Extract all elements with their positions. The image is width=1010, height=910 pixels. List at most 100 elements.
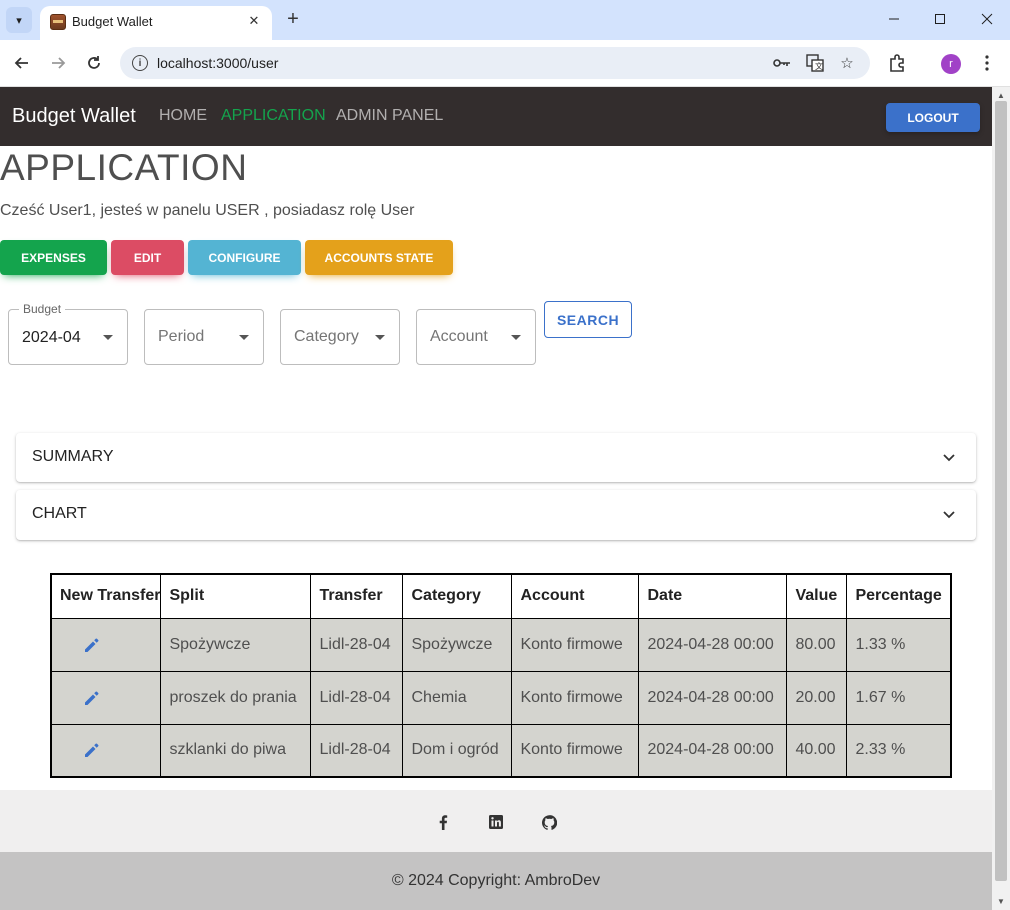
password-key-icon[interactable] [772,53,792,73]
period-select-placeholder: Period [158,328,205,345]
pencil-edit-icon[interactable] [82,740,102,760]
greeting-text: Cześć User1, jesteś w panelu USER , posi… [0,202,415,219]
browser-tab-bar: ▾ Budget Wallet ✕ + [0,0,1010,40]
pencil-edit-icon[interactable] [82,635,102,655]
expenses-button[interactable]: EXPENSES [0,240,107,275]
close-window-button[interactable] [972,6,1002,32]
linkedin-icon[interactable] [488,814,504,830]
category-select[interactable]: Category [280,309,400,365]
chart-accordion-label: CHART [32,505,87,522]
minimize-button[interactable] [879,6,909,32]
transfer-cell: Lidl-28-04 [310,617,404,672]
nav-link-home[interactable]: HOME [159,107,207,125]
reload-button[interactable] [81,50,107,76]
chart-accordion[interactable]: CHART [16,490,976,540]
footer-social-bar [0,790,992,852]
split-cell: Spożywcze [160,617,312,672]
value-cell: 20.00 [786,670,848,725]
new-transfer-cell [50,617,162,672]
browser-menu-button[interactable] [974,50,1000,76]
chevron-down-icon [943,454,955,462]
copyright-text: © 2024 Copyright: AmbroDev [391,872,601,889]
brand-logo[interactable]: Budget Wallet [12,105,136,128]
budget-select[interactable]: Budget 2024-04 [8,302,128,365]
reload-icon [88,56,100,69]
percentage-cell: 2.33 % [846,723,952,778]
configure-button[interactable]: CONFIGURE [188,240,301,275]
search-button[interactable]: SEARCH [544,301,632,338]
logout-button[interactable]: LOGOUT [886,103,980,132]
page-scrollbar[interactable]: ▲ ▼ [992,87,1010,910]
column-header: Value [786,573,848,619]
footer-copyright-bar: © 2024 Copyright: AmbroDev [0,852,992,910]
value-cell: 40.00 [786,723,848,778]
tab-search-button[interactable]: ▾ [6,7,32,33]
address-bar[interactable]: i localhost:3000/user 文 ☆ [120,47,870,79]
new-transfer-cell [50,723,162,778]
facebook-icon[interactable] [435,814,451,830]
forward-button[interactable] [45,50,71,76]
maximize-button[interactable] [925,6,955,32]
svg-text:文: 文 [815,61,823,71]
arrow-right-icon [52,57,66,69]
bookmark-star-icon[interactable]: ☆ [837,53,857,73]
transfer-cell: Lidl-28-04 [310,723,404,778]
caret-down-icon [103,335,113,340]
category-cell: Chemia [402,670,513,725]
nav-link-admin-panel[interactable]: ADMIN PANEL [336,107,443,125]
category-cell: Dom i ogród [402,723,513,778]
browser-toolbar: i localhost:3000/user 文 ☆ r [0,40,1010,87]
kebab-menu-icon [985,55,989,71]
extensions-button[interactable] [884,50,910,76]
edit-button[interactable]: EDIT [111,240,184,275]
page-title: APPLICATION [0,147,248,188]
date-cell: 2024-04-28 00:00 [638,617,788,672]
account-select[interactable]: Account [416,309,536,365]
period-select[interactable]: Period [144,309,264,365]
account-cell: Konto firmowe [511,617,640,672]
translate-icon[interactable]: 文 [805,53,825,73]
column-header: Category [402,573,513,619]
account-select-placeholder: Account [430,328,488,345]
new-transfer-cell [50,670,162,725]
minimize-icon [889,18,899,20]
summary-accordion-label: SUMMARY [32,448,114,465]
pencil-edit-icon[interactable] [82,688,102,708]
back-button[interactable] [9,50,35,76]
arrow-left-icon [14,57,28,69]
summary-accordion[interactable]: SUMMARY [16,433,976,482]
close-tab-icon[interactable]: ✕ [244,11,264,31]
top-navbar: Budget Wallet HOME APPLICATION ADMIN PAN… [0,87,992,146]
wallet-favicon-icon [50,14,66,30]
browser-tab[interactable]: Budget Wallet ✕ [40,6,272,40]
split-cell: szklanki do piwa [160,723,312,778]
column-header: Split [160,573,312,619]
page-viewport: Budget Wallet HOME APPLICATION ADMIN PAN… [0,87,992,910]
budget-select-legend: Budget [19,302,66,316]
splits-table: New Transfer Split Transfer Category Acc… [50,573,952,778]
table-row: szklanki do piwa Lidl-28-04 Dom i ogród … [50,723,952,778]
percentage-cell: 1.67 % [846,670,952,725]
table-row: proszek do prania Lidl-28-04 Chemia Kont… [50,670,952,725]
profile-avatar[interactable]: r [941,54,961,74]
scroll-down-icon[interactable]: ▼ [996,896,1006,906]
url-text[interactable]: localhost:3000/user [157,55,278,71]
scrollbar-thumb[interactable] [995,101,1007,881]
nav-link-application[interactable]: APPLICATION [221,107,326,125]
column-header: Percentage [846,573,952,619]
value-cell: 80.00 [786,617,848,672]
new-tab-button[interactable]: + [282,8,304,30]
category-cell: Spożywcze [402,617,513,672]
date-cell: 2024-04-28 00:00 [638,670,788,725]
chevron-down-icon [943,511,955,519]
scroll-up-icon[interactable]: ▲ [996,90,1006,100]
accounts-state-button[interactable]: ACCOUNTS STATE [305,240,453,275]
caret-down-icon [511,335,521,340]
column-header: Date [638,573,788,619]
site-info-icon[interactable]: i [132,55,148,71]
budget-select-value: 2024-04 [22,329,81,346]
caret-down-icon [239,335,249,340]
category-select-placeholder: Category [294,328,359,345]
split-cell: proszek do prania [160,670,312,725]
github-icon[interactable] [541,814,557,830]
